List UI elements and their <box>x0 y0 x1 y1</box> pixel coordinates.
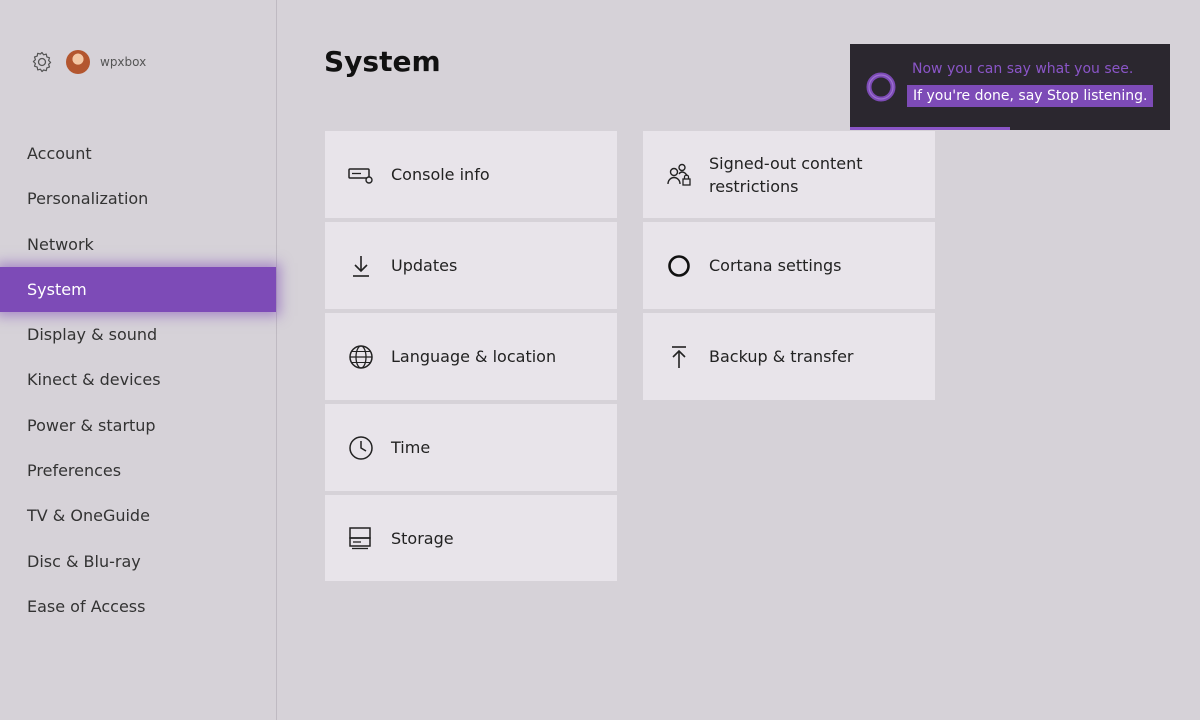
clock-icon <box>347 434 375 462</box>
people-lock-icon <box>665 161 693 189</box>
sidebar-item-disc-bluray[interactable]: Disc & Blu-ray <box>0 539 276 584</box>
cortana-ring-icon <box>665 252 693 280</box>
tile-label: Time <box>391 438 431 457</box>
tile-label: Storage <box>391 528 454 548</box>
tile-signed-out-content-restrictions[interactable]: Signed-out content restrictions <box>643 131 935 218</box>
sidebar-item-network[interactable]: Network <box>0 222 276 267</box>
listening-progress-bar <box>850 127 1010 130</box>
profile-area: wpxbox <box>30 50 146 74</box>
tile-console-info[interactable]: Console info <box>325 131 617 218</box>
sidebar-item-ease-of-access[interactable]: Ease of Access <box>0 584 276 629</box>
console-icon <box>347 161 375 189</box>
gear-icon[interactable] <box>30 50 54 74</box>
sidebar-item-preferences[interactable]: Preferences <box>0 448 276 493</box>
tile-label: Cortana settings <box>709 256 842 275</box>
toast-stop-hint: If you're done, say Stop listening. <box>907 85 1154 107</box>
tile-backup-transfer[interactable]: Backup & transfer <box>643 313 935 400</box>
sidebar-item-tv-oneguide[interactable]: TV & OneGuide <box>0 493 276 538</box>
globe-icon <box>347 343 375 371</box>
tile-language-location[interactable]: Language & location <box>325 313 617 400</box>
sidebar-item-kinect-devices[interactable]: Kinect & devices <box>0 357 276 402</box>
tile-time[interactable]: Time <box>325 404 617 491</box>
tile-storage[interactable]: Storage <box>325 495 617 581</box>
sidebar-item-system[interactable]: System <box>0 266 276 313</box>
tile-label: Backup & transfer <box>709 347 854 366</box>
settings-nav: Account Personalization Network System D… <box>0 131 276 629</box>
sidebar: wpxbox Account Personalization Network S… <box>0 0 277 720</box>
sidebar-item-account[interactable]: Account <box>0 131 276 176</box>
toast-hint-text: Now you can say what you see. <box>912 61 1134 77</box>
cortana-ring-icon <box>866 72 896 102</box>
download-icon <box>347 252 375 280</box>
tile-label: Signed-out content restrictions <box>709 153 863 196</box>
tile-updates[interactable]: Updates <box>325 222 617 309</box>
tile-label: Console info <box>391 165 490 184</box>
sidebar-item-display-sound[interactable]: Display & sound <box>0 312 276 357</box>
sidebar-item-personalization[interactable]: Personalization <box>0 176 276 221</box>
tile-cortana-settings[interactable]: Cortana settings <box>643 222 935 309</box>
tile-label: Updates <box>391 256 458 275</box>
storage-icon <box>347 524 375 552</box>
xbox-settings-app: wpxbox Account Personalization Network S… <box>0 0 1200 720</box>
username: wpxbox <box>100 55 147 69</box>
sidebar-item-power-startup[interactable]: Power & startup <box>0 403 276 448</box>
page-title: System <box>324 45 441 78</box>
avatar[interactable] <box>66 50 90 74</box>
tile-label: Language & location <box>391 347 557 366</box>
upload-icon <box>665 343 693 371</box>
cortana-listening-toast: Now you can say what you see. If you're … <box>850 44 1170 130</box>
